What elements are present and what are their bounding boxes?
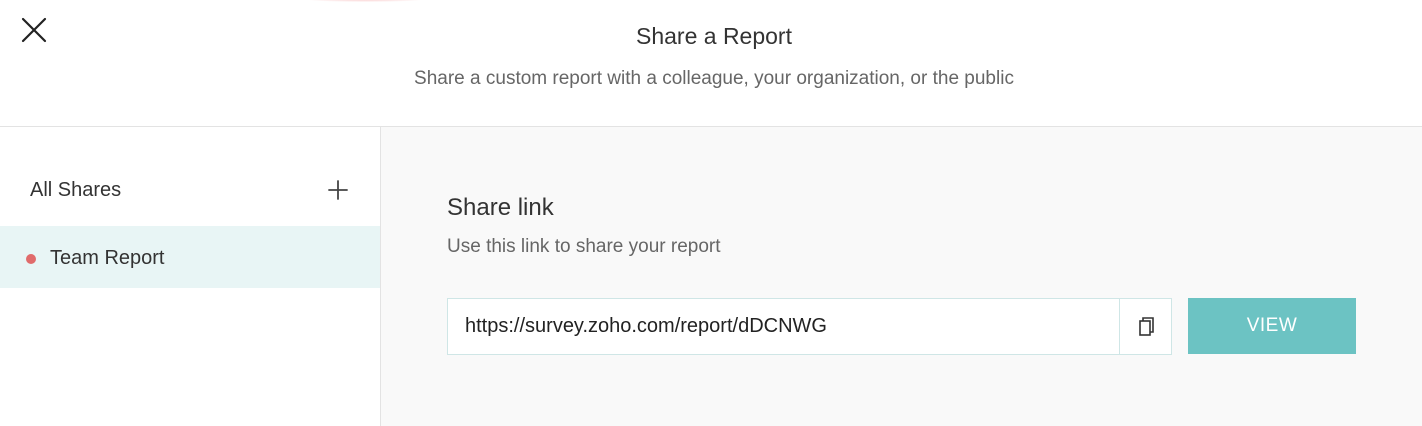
- share-link-panel: Share link Use this link to share your r…: [381, 127, 1422, 426]
- sidebar-item-team-report[interactable]: Team Report: [0, 226, 380, 288]
- shares-sidebar: All Shares Team Report: [0, 127, 381, 426]
- all-shares-heading: All Shares: [30, 179, 122, 201]
- share-link-title: Share link: [447, 194, 554, 221]
- share-link-field: [447, 298, 1172, 355]
- plus-icon: [328, 180, 348, 200]
- status-dot: [26, 254, 36, 264]
- view-button[interactable]: VIEW: [1188, 298, 1356, 354]
- share-link-description: Use this link to share your report: [447, 236, 721, 257]
- sidebar-item-label: Team Report: [50, 247, 165, 269]
- header-accent-decoration: [300, 0, 430, 2]
- add-share-button[interactable]: [326, 178, 350, 202]
- modal-title: Share a Report: [636, 23, 792, 49]
- modal-subtitle: Share a custom report with a colleague, …: [414, 68, 1014, 89]
- modal-header: Share a Report Share a custom report wit…: [0, 0, 1422, 127]
- share-link-input[interactable]: [448, 299, 1120, 354]
- copy-icon: [1138, 316, 1154, 336]
- copy-link-button[interactable]: [1120, 299, 1171, 354]
